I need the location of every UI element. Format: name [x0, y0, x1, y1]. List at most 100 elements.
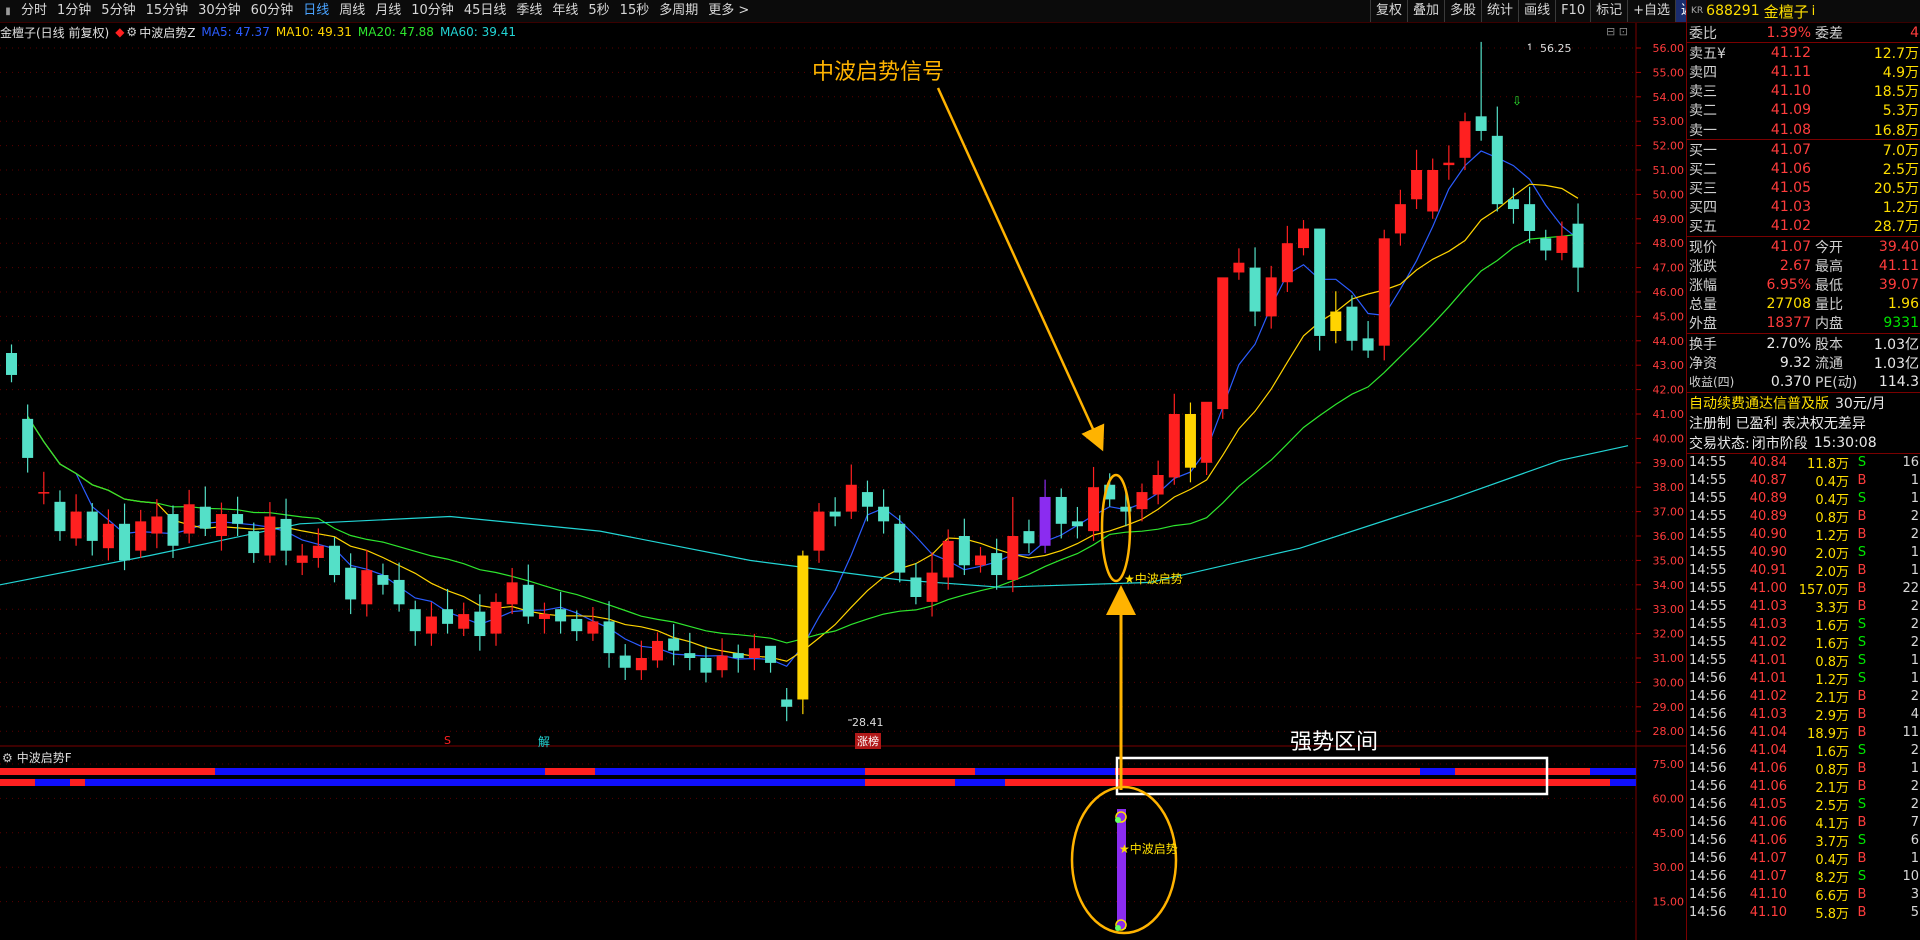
tick-side: S — [1857, 617, 1867, 633]
tick-row: 14:56 41.06 2.1万 B 2 — [1687, 778, 1920, 796]
candle-body — [587, 621, 599, 634]
toolbar-button[interactable]: 复权 — [1370, 0, 1407, 22]
tick-row: 14:55 41.00 157.0万 B 22 — [1687, 580, 1920, 598]
bid-price[interactable]: 41.02 — [1737, 218, 1811, 234]
bid-price[interactable]: 41.03 — [1737, 199, 1811, 215]
quote-value: 18377 — [1766, 315, 1811, 332]
quote-value: 1.96 — [1887, 296, 1919, 313]
tick-time: 14:56 — [1689, 833, 1727, 849]
stock-code[interactable]: 688291 — [1706, 3, 1759, 19]
period-tab[interactable]: 更多 > — [703, 0, 754, 22]
tick-count: 2 — [1910, 635, 1919, 651]
bid-price[interactable]: 41.06 — [1737, 161, 1811, 177]
ask-price[interactable]: 41.08 — [1737, 122, 1811, 138]
tick-price: 40.87 — [1749, 473, 1787, 489]
period-tab[interactable]: 季线 — [511, 0, 547, 22]
bid-price[interactable]: 41.07 — [1737, 142, 1811, 158]
chart-window-icons[interactable]: ⊟ ⊡ — [1606, 25, 1628, 38]
candle-body — [474, 611, 486, 637]
finance-value: 9.32 — [1779, 354, 1811, 371]
candle-body — [329, 545, 340, 576]
tick-count: 2 — [1910, 797, 1919, 813]
state-bar-2 — [70, 779, 85, 786]
toolbar-button[interactable]: 画线 — [1518, 0, 1555, 22]
toolbar-button[interactable]: 统计 — [1481, 0, 1518, 22]
candle-body — [781, 699, 793, 707]
period-tab[interactable]: 月线 — [370, 0, 406, 22]
candle-body — [975, 555, 986, 566]
period-tab[interactable]: 日线 — [298, 0, 334, 22]
indicator-name[interactable]: 中波启势Z — [139, 24, 195, 41]
bid-volume: 2.5万 — [1882, 161, 1919, 178]
toolbar-button[interactable]: 叠加 — [1407, 0, 1444, 22]
ask-label: 卖五¥ — [1689, 45, 1726, 62]
quote-label: 总量 — [1689, 297, 1717, 314]
tick-count: 1 — [1910, 473, 1919, 489]
ask-volume: 12.7万 — [1873, 45, 1919, 62]
quote-stats: 现价 41.07 今开 39.40 涨跌 2.67 最高 41.11 涨幅 6.95% 最低 39.0… — [1687, 236, 1920, 333]
candle-body — [1459, 121, 1471, 158]
period-tab[interactable]: 多周期 — [654, 0, 703, 22]
state-bar-1 — [1115, 768, 1420, 775]
chart-title: 金檀子(日线 前复权) — [0, 25, 110, 40]
period-tab[interactable]: 周线 — [334, 0, 370, 22]
candlestick-series — [6, 41, 1584, 722]
candle-body — [409, 609, 421, 632]
period-tab[interactable]: 45日线 — [459, 0, 512, 22]
state-bar-2 — [85, 779, 865, 786]
toolbar-button[interactable]: F10 — [1555, 0, 1590, 22]
tick-count: 1 — [1910, 761, 1919, 777]
ask-price[interactable]: 41.09 — [1737, 102, 1811, 118]
period-tab[interactable]: 15分钟 — [141, 0, 194, 22]
ask-price[interactable]: 41.12 — [1737, 45, 1811, 61]
period-tab[interactable]: 60分钟 — [246, 0, 299, 22]
tick-side: S — [1857, 545, 1867, 561]
marker-s: S — [444, 734, 451, 747]
period-tab[interactable]: 30分钟 — [193, 0, 246, 22]
y-tick-label: 53.00 — [1653, 115, 1685, 128]
period-tab[interactable]: 年线 — [547, 0, 583, 22]
tick-row: 14:55 40.90 1.2万 B 2 — [1687, 526, 1920, 544]
finance-row: 收益(四) 0.370 PE(动) 114.3 — [1687, 372, 1920, 391]
period-tab[interactable]: 5秒 — [583, 0, 614, 22]
tick-volume: 0.8万 — [1815, 655, 1849, 671]
period-tab[interactable]: 10分钟 — [406, 0, 459, 22]
tick-time: 14:56 — [1689, 887, 1727, 903]
period-tab[interactable]: 5分钟 — [96, 0, 140, 22]
sub-settings-icon[interactable]: ⚙ — [2, 751, 13, 765]
ask-price[interactable]: 41.11 — [1737, 64, 1811, 80]
toolbar-toggle-icon[interactable]: ▮ — [0, 0, 16, 22]
stock-name[interactable]: 金檀子 — [1764, 1, 1809, 22]
y-tick-label: 39.00 — [1653, 457, 1685, 470]
quote-label: 现价 — [1689, 239, 1717, 256]
sub-indicator-name[interactable]: 中波启势F — [17, 749, 72, 766]
kline-chart-area[interactable]: 56.00 55.00 54.00 53.00 52.00 51.00 50.00 49.00… — [0, 0, 1686, 940]
high-marker — [1527, 43, 1531, 50]
candle-body — [490, 601, 502, 634]
quote-row: 涨跌 2.67 最高 41.11 — [1687, 256, 1920, 275]
listing-info: 注册制 已盈利 表决权无差异 — [1689, 415, 1866, 432]
candle-body — [1249, 267, 1261, 312]
tick-side: S — [1857, 491, 1867, 507]
tick-count: 2 — [1910, 779, 1919, 795]
toolbar-button[interactable]: +自选 — [1627, 0, 1675, 22]
bid-price[interactable]: 41.05 — [1737, 180, 1811, 196]
tick-count: 1 — [1910, 851, 1919, 867]
candle-body — [1265, 277, 1277, 317]
period-tab[interactable]: 1分钟 — [52, 0, 96, 22]
period-tab[interactable]: 15秒 — [615, 0, 655, 22]
market-badge: KR — [1691, 6, 1704, 16]
period-tab[interactable]: 分时 — [16, 0, 52, 22]
tick-list[interactable]: 14:55 40.84 11.8万 S 16 14:55 40.87 0.4万 B 1 14:55 4… — [1687, 452, 1920, 922]
candle-body — [1217, 277, 1229, 410]
candle-body — [6, 353, 17, 375]
sub-y-tick-label: 15.00 — [1653, 896, 1685, 909]
promo-subscription[interactable]: 自动续费通达信普及版 30元/月 — [1687, 391, 1920, 413]
toolbar-button[interactable]: 标记 — [1590, 0, 1627, 22]
ask-price[interactable]: 41.10 — [1737, 83, 1811, 99]
toolbar-button[interactable]: 多股 — [1444, 0, 1481, 22]
info-icon[interactable]: i — [1812, 4, 1816, 19]
candle-body — [813, 511, 825, 551]
bid-label: 买五 — [1689, 219, 1717, 236]
settings-icon[interactable]: ⚙ — [126, 25, 137, 39]
